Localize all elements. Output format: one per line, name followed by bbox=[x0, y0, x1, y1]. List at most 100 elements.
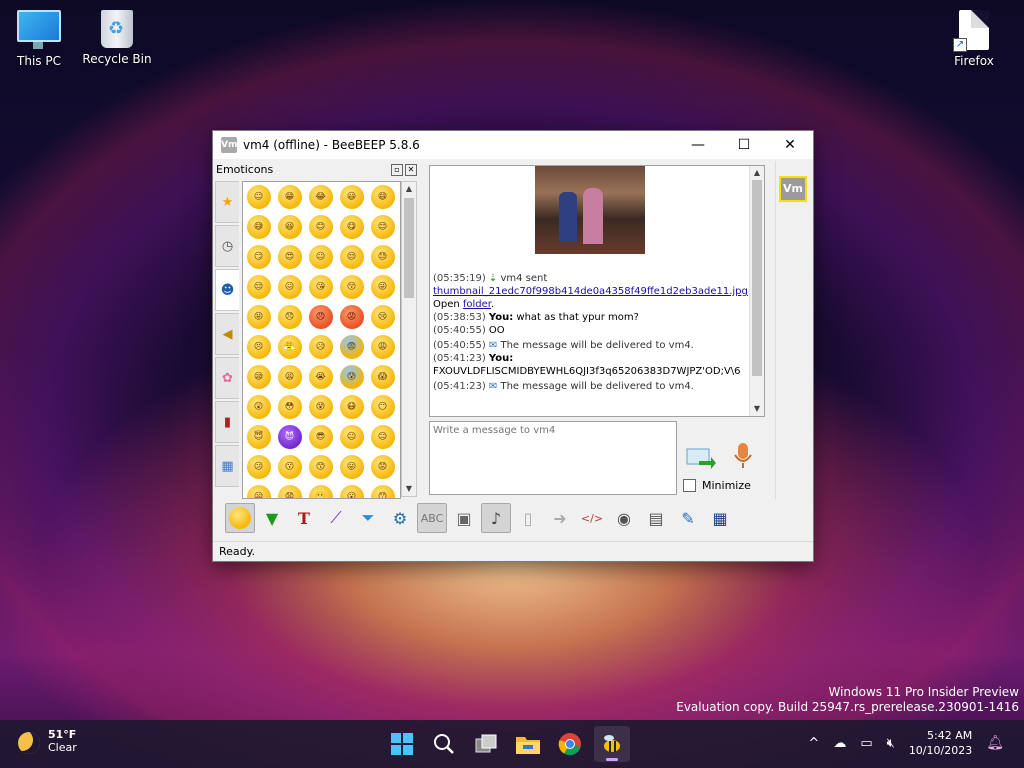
emoticon-item[interactable]: 😢 bbox=[367, 302, 398, 332]
tab-faces[interactable]: ☻ bbox=[215, 269, 239, 311]
clear-chat-button[interactable]: ▤ bbox=[641, 503, 671, 533]
microphone-icon[interactable] bbox=[733, 441, 753, 471]
filter-button[interactable]: ⏷ bbox=[353, 503, 383, 533]
save-chat-button[interactable]: ▯ bbox=[513, 503, 543, 533]
emoticon-item[interactable]: 😮 bbox=[336, 482, 367, 498]
html-button[interactable]: </> bbox=[577, 503, 607, 533]
emoticon-item[interactable]: 😶 bbox=[367, 392, 398, 422]
minimize-option[interactable]: Minimize bbox=[683, 479, 751, 492]
send-button[interactable] bbox=[685, 443, 717, 471]
desktop-icon-firefox[interactable]: ↗ Firefox bbox=[938, 10, 1010, 68]
scroll-thumb[interactable] bbox=[404, 198, 414, 298]
emoticon-item[interactable]: 😤 bbox=[274, 332, 305, 362]
emoticon-item[interactable]: 😡 bbox=[336, 302, 367, 332]
scroll-up-icon[interactable]: ▲ bbox=[402, 182, 416, 196]
chat-scrollbar[interactable]: ▲ ▼ bbox=[749, 166, 764, 416]
emoticon-item[interactable]: 😍 bbox=[274, 242, 305, 272]
send-file-button[interactable]: ➜ bbox=[545, 503, 575, 533]
emoticon-item[interactable]: 😔 bbox=[243, 272, 274, 302]
desktop-icon-recycle-bin[interactable]: Recycle Bin bbox=[81, 10, 153, 66]
file-link[interactable]: thumbnail_21edc70f998b414de0a4358f49ffe1… bbox=[433, 286, 748, 297]
emoticons-scrollbar[interactable]: ▲ ▼ bbox=[401, 181, 417, 497]
file-explorer-button[interactable] bbox=[510, 726, 546, 762]
emoticon-item[interactable]: 😨 bbox=[336, 332, 367, 362]
float-panel-button[interactable]: ▫ bbox=[391, 164, 403, 176]
emoticon-item[interactable]: 😠 bbox=[305, 302, 336, 332]
tab-symbols[interactable]: ▦ bbox=[215, 445, 239, 487]
emoticon-item[interactable]: 😈 bbox=[274, 422, 305, 452]
emoticon-item[interactable]: 😗 bbox=[274, 452, 305, 482]
emoticon-item[interactable]: 😦 bbox=[243, 482, 274, 498]
close-panel-button[interactable]: ✕ bbox=[405, 164, 417, 176]
emoticon-item[interactable]: 😱 bbox=[367, 362, 398, 392]
emoticon-item[interactable]: 😩 bbox=[367, 332, 398, 362]
user-avatar-vm4[interactable]: Vm bbox=[779, 176, 807, 202]
beebeep-taskbar-button[interactable] bbox=[594, 726, 630, 762]
emoticon-item[interactable]: 😓 bbox=[367, 242, 398, 272]
emoticon-item[interactable]: 😎 bbox=[305, 422, 336, 452]
network-icon[interactable]: ▭ bbox=[860, 736, 872, 751]
emoticon-item[interactable]: 😳 bbox=[274, 392, 305, 422]
title-bar[interactable]: Vm vm4 (offline) - BeeBEEP 5.8.6 — ☐ ✕ bbox=[213, 131, 813, 159]
image-thumbnail[interactable] bbox=[535, 166, 645, 254]
minimize-button[interactable]: — bbox=[675, 131, 721, 159]
emoticon-item[interactable]: 😇 bbox=[243, 422, 274, 452]
emoticon-item[interactable]: 😏 bbox=[243, 242, 274, 272]
emoticon-item[interactable]: 😵 bbox=[305, 392, 336, 422]
save-button[interactable]: ▦ bbox=[705, 503, 735, 533]
emoticon-item[interactable]: 😂 bbox=[305, 182, 336, 212]
emoticon-item[interactable]: 😞 bbox=[274, 302, 305, 332]
tab-history[interactable]: ◷ bbox=[215, 225, 239, 267]
emoticon-item[interactable]: 😰 bbox=[336, 362, 367, 392]
emoticon-item[interactable]: 😊 bbox=[305, 212, 336, 242]
cloud-sync-icon[interactable]: ☁ bbox=[833, 736, 846, 751]
emoticon-item[interactable]: 😘 bbox=[305, 272, 336, 302]
tab-places[interactable]: ▮ bbox=[215, 401, 239, 443]
emoticon-item[interactable]: 😜 bbox=[367, 272, 398, 302]
emoticon-item[interactable]: 😭 bbox=[305, 362, 336, 392]
hide-emoticons-button[interactable]: ▼ bbox=[257, 503, 287, 533]
emoticon-item[interactable]: 😧 bbox=[274, 482, 305, 498]
tab-nature[interactable]: ✿ bbox=[215, 357, 239, 399]
scroll-up-icon[interactable]: ▲ bbox=[750, 166, 764, 180]
screenshot-button[interactable]: ◉ bbox=[609, 503, 639, 533]
emoticon-item[interactable]: ☺ bbox=[243, 182, 274, 212]
emoticons-button[interactable] bbox=[225, 503, 255, 533]
emoticon-item[interactable]: 😥 bbox=[305, 332, 336, 362]
weather-widget[interactable]: 51°F Clear bbox=[18, 728, 77, 754]
volume-muted-icon[interactable]: 🔇︎ bbox=[887, 736, 895, 751]
emoticon-item[interactable]: 😄 bbox=[367, 182, 398, 212]
emoticon-item[interactable]: 😟 bbox=[367, 452, 398, 482]
settings-button[interactable]: ⚙ bbox=[385, 503, 415, 533]
emoticon-item[interactable]: 😒 bbox=[336, 242, 367, 272]
emoticon-item[interactable]: 😑 bbox=[367, 422, 398, 452]
emoticon-item[interactable]: 😐 bbox=[336, 422, 367, 452]
spellcheck-button[interactable]: ABC bbox=[417, 503, 447, 533]
scroll-thumb[interactable] bbox=[752, 180, 762, 376]
scroll-down-icon[interactable]: ▼ bbox=[402, 482, 416, 496]
tab-recent[interactable]: ★ bbox=[215, 181, 239, 223]
notification-bell-icon[interactable]: 🔔︎ bbox=[986, 735, 1004, 751]
emoticon-item[interactable]: 😫 bbox=[274, 362, 305, 392]
tray-overflow-icon[interactable]: ^ bbox=[808, 736, 819, 751]
desktop-icon-this-pc[interactable]: This PC bbox=[3, 10, 75, 68]
emoticon-item[interactable]: 😕 bbox=[243, 452, 274, 482]
task-view-button[interactable] bbox=[468, 726, 504, 762]
emoticon-item[interactable]: 😯 bbox=[367, 482, 398, 498]
emoticon-item[interactable]: 😚 bbox=[336, 272, 367, 302]
emoticon-item[interactable]: 😣 bbox=[243, 332, 274, 362]
minimize-checkbox[interactable] bbox=[683, 479, 696, 492]
emoticon-item[interactable]: 😖 bbox=[274, 272, 305, 302]
emoticon-item[interactable]: 😛 bbox=[336, 452, 367, 482]
search-button[interactable] bbox=[426, 726, 462, 762]
color-button[interactable]: ⟋ bbox=[321, 503, 351, 533]
edit-button[interactable]: ✎ bbox=[673, 503, 703, 533]
folder-link[interactable]: folder bbox=[463, 299, 491, 310]
emoticon-item[interactable]: 😋 bbox=[336, 212, 367, 242]
auto-complete-button[interactable]: ▣ bbox=[449, 503, 479, 533]
message-input[interactable] bbox=[430, 422, 676, 494]
maximize-button[interactable]: ☐ bbox=[721, 131, 767, 159]
emoticon-item[interactable]: 😃 bbox=[336, 182, 367, 212]
scroll-down-icon[interactable]: ▼ bbox=[750, 402, 764, 416]
tab-objects[interactable]: ◀ bbox=[215, 313, 239, 355]
